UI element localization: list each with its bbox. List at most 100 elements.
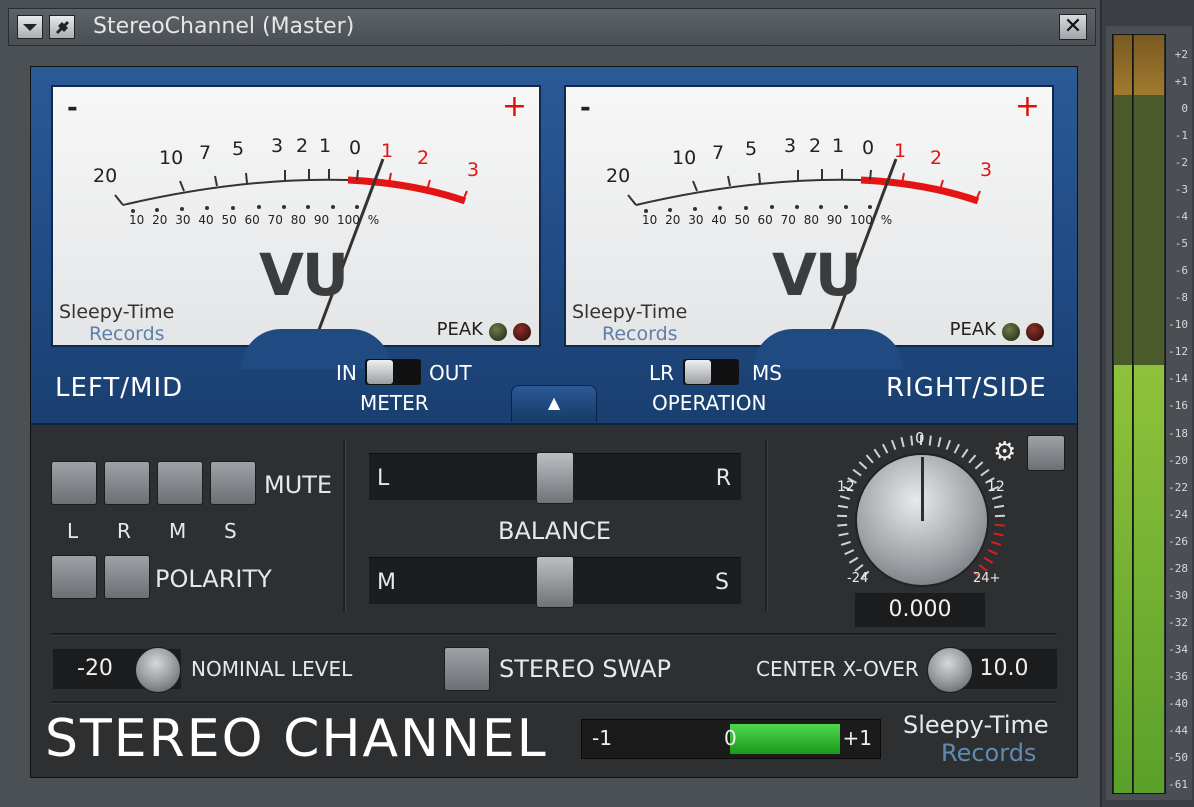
slider-handle[interactable] bbox=[536, 452, 574, 504]
right-vu-meter: - + 20 10 7 5 3 2 1 0 1 2 3 10 20 30 40 … bbox=[564, 85, 1054, 347]
section-divider bbox=[343, 439, 346, 611]
collapse-meters-button[interactable]: ▲ bbox=[511, 385, 597, 422]
scale-label: 20 bbox=[606, 165, 631, 187]
center-xover-knob[interactable] bbox=[927, 647, 973, 693]
slider-handle[interactable] bbox=[536, 556, 574, 608]
triangle-up-icon: ▲ bbox=[547, 393, 561, 412]
scale-label: 10 bbox=[672, 147, 697, 169]
chevron-down-icon bbox=[23, 24, 37, 31]
level-scale-label: -22 bbox=[1168, 480, 1188, 494]
mute-s-label: S bbox=[224, 519, 237, 543]
knob-tick bbox=[838, 532, 849, 537]
knob-tick bbox=[840, 540, 851, 546]
master-level-meter: +2 +1 0 -1 -2 -3 -4 -5 -6 -8 -10 -12 -14 -16 -18 -20 -22… bbox=[1106, 26, 1192, 800]
menu-arrow-button[interactable] bbox=[17, 15, 43, 39]
scale-label: 1 bbox=[319, 135, 332, 157]
level-scale-label: -30 bbox=[1168, 588, 1188, 602]
gain-scale-left: 12 bbox=[837, 479, 855, 495]
horizontal-divider bbox=[51, 633, 1057, 636]
knob-tick bbox=[961, 448, 969, 459]
level-scale-label: 0 bbox=[1181, 102, 1188, 116]
slider-s-label: S bbox=[715, 570, 729, 595]
scale-label: 2 bbox=[417, 147, 430, 169]
level-scale-label: -20 bbox=[1168, 453, 1188, 467]
scale-label: 3 bbox=[467, 159, 480, 181]
gain-knob[interactable] bbox=[855, 453, 989, 587]
knob-tick bbox=[858, 461, 868, 470]
window-title: StereoChannel (Master) bbox=[93, 14, 355, 39]
polarity-label: POLARITY bbox=[155, 565, 272, 593]
knob-tick bbox=[983, 556, 994, 564]
level-scale-label: -6 bbox=[1174, 264, 1188, 278]
balance-ms-slider[interactable]: M S bbox=[369, 556, 741, 608]
plugin-title: STEREO CHANNEL bbox=[45, 709, 548, 769]
knob-tick bbox=[945, 439, 952, 450]
knob-tick bbox=[844, 549, 855, 556]
stereo-swap-button[interactable] bbox=[444, 647, 490, 691]
nominal-level-label: NOMINAL LEVEL bbox=[191, 657, 353, 681]
knob-tick bbox=[881, 443, 889, 454]
title-bar: StereoChannel (Master) ✕ bbox=[8, 8, 1096, 46]
peak-led-green bbox=[489, 323, 507, 341]
left-vu-meter: - + 20 10 7 5 3 2 1 0 1 2 3 10 20 30 40 … bbox=[51, 85, 541, 347]
percent-scale: 10 20 30 40 50 60 70 80 90 100 % bbox=[129, 213, 380, 227]
knob-tick bbox=[890, 439, 897, 450]
mute-m-button[interactable] bbox=[157, 461, 203, 505]
left-mid-label: LEFT/MID bbox=[55, 373, 184, 403]
scale-label: 10 bbox=[159, 147, 184, 169]
knob-tick bbox=[900, 437, 905, 448]
knob-tick bbox=[980, 468, 990, 477]
scale-label: 2 bbox=[809, 135, 822, 157]
scale-label: 1 bbox=[832, 135, 845, 157]
peak-led-red bbox=[513, 323, 531, 341]
operation-lr-ms-switch[interactable] bbox=[683, 359, 739, 385]
center-xover-label: CENTER X-OVER bbox=[756, 657, 919, 681]
mute-s-button[interactable] bbox=[210, 461, 256, 505]
switch-knob bbox=[367, 360, 393, 384]
knob-tick bbox=[993, 504, 1005, 509]
gain-value-display[interactable]: 0.000 bbox=[855, 593, 985, 627]
gain-scale-bottom-left: -24 bbox=[847, 571, 869, 586]
knob-tick bbox=[994, 523, 1005, 527]
scale-label: 2 bbox=[296, 135, 309, 157]
polarity-right-button[interactable] bbox=[104, 555, 150, 599]
scale-label: 2 bbox=[930, 147, 943, 169]
knob-tick bbox=[987, 549, 998, 556]
polarity-left-button[interactable] bbox=[51, 555, 97, 599]
knob-tick bbox=[873, 448, 881, 459]
brand-subname: Records bbox=[89, 323, 165, 345]
vu-label: VU bbox=[259, 241, 349, 309]
level-scale-label: -5 bbox=[1174, 237, 1188, 251]
balance-lr-slider[interactable]: L R bbox=[369, 452, 741, 504]
scale-label: 5 bbox=[745, 138, 758, 160]
meter-minus-sign: - bbox=[580, 93, 591, 123]
mute-l-button[interactable] bbox=[51, 461, 97, 505]
bar-mid-zone bbox=[1134, 95, 1164, 365]
footer-brand-name: Sleepy-Time bbox=[903, 711, 1049, 739]
knob-tick bbox=[852, 468, 862, 477]
gear-icon[interactable]: ⚙ bbox=[993, 437, 1016, 467]
level-scale-label: -16 bbox=[1168, 399, 1188, 413]
knob-tick bbox=[993, 532, 1004, 537]
nominal-level-knob[interactable] bbox=[135, 647, 181, 693]
balance-meter-max: +1 bbox=[842, 726, 872, 750]
gain-scale-right: 12 bbox=[987, 479, 1005, 495]
meter-plus-sign: + bbox=[501, 89, 527, 124]
meter-title: METER bbox=[360, 391, 429, 415]
operation-lr-label: LR bbox=[649, 361, 675, 385]
peak-led-green bbox=[1002, 323, 1020, 341]
slider-m-label: M bbox=[377, 570, 396, 595]
close-button[interactable]: ✕ bbox=[1059, 14, 1087, 40]
gain-scale-top: 0 bbox=[915, 429, 925, 447]
knob-tick bbox=[910, 435, 914, 446]
scale-label: 1 bbox=[381, 140, 394, 162]
footer-brand-subname: Records bbox=[941, 739, 1037, 767]
percent-scale: 10 20 30 40 50 60 70 80 90 100 % bbox=[642, 213, 893, 227]
meter-in-out-switch[interactable] bbox=[365, 359, 421, 385]
plugin-options-button[interactable] bbox=[49, 15, 75, 39]
settings-toggle-button[interactable] bbox=[1027, 435, 1065, 471]
level-scale-label: -36 bbox=[1168, 669, 1188, 683]
mute-r-button[interactable] bbox=[104, 461, 150, 505]
mute-r-label: R bbox=[117, 519, 131, 543]
knob-tick bbox=[848, 556, 859, 564]
